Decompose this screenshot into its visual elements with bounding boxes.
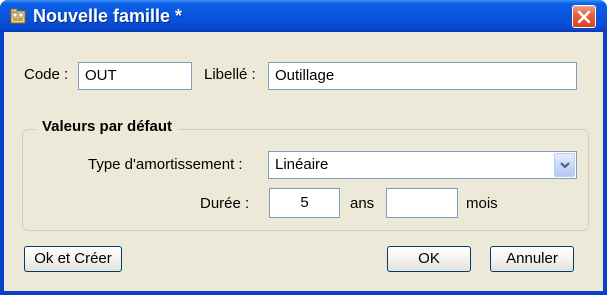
- folder-document-icon: [10, 8, 26, 24]
- close-button[interactable]: [572, 5, 596, 28]
- window-title: Nouvelle famille *: [33, 6, 183, 26]
- cancel-button[interactable]: Annuler: [490, 246, 574, 272]
- libelle-label: Libellé :: [204, 66, 256, 83]
- amortissement-selected-value: Linéaire: [275, 156, 329, 173]
- years-unit-label: ans: [350, 195, 375, 212]
- duree-years-field[interactable]: 5: [269, 188, 340, 218]
- dialog-window: Nouvelle famille * Code : OUT Libellé : …: [0, 0, 607, 295]
- months-unit-label: mois: [466, 195, 498, 212]
- libelle-field[interactable]: Outillage: [268, 62, 577, 90]
- ok-create-button[interactable]: Ok et Créer: [24, 246, 122, 272]
- close-x-icon: [577, 10, 591, 24]
- ok-button[interactable]: OK: [387, 246, 471, 272]
- amortissement-select[interactable]: Linéaire: [268, 151, 577, 179]
- defaults-group-title: Valeurs par défaut: [36, 118, 179, 135]
- code-field[interactable]: OUT: [78, 62, 192, 90]
- duree-months-field[interactable]: [386, 188, 458, 218]
- amortissement-label: Type d'amortissement :: [88, 156, 243, 173]
- duree-label: Durée :: [200, 195, 250, 212]
- dropdown-button[interactable]: [554, 153, 575, 177]
- title-bar[interactable]: Nouvelle famille *: [0, 0, 607, 32]
- code-label: Code :: [24, 66, 69, 83]
- chevron-down-icon: [560, 162, 570, 169]
- dialog-body: Code : OUT Libellé : Outillage Valeurs p…: [4, 32, 603, 291]
